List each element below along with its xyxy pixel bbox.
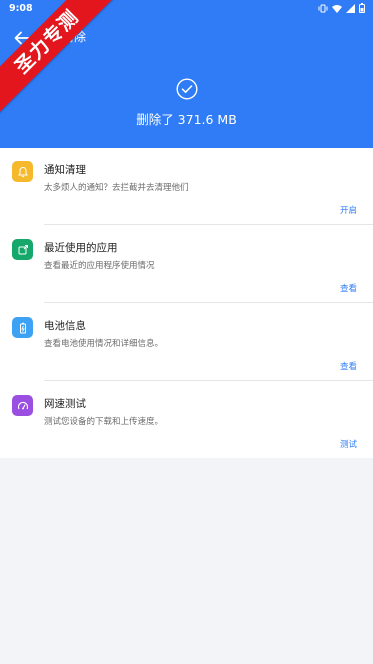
vibrate-icon <box>318 4 328 16</box>
recent-apps-icon <box>12 239 33 260</box>
cleaned-size-text: 删除了 371.6 MB <box>136 112 237 127</box>
view-button[interactable]: 查看 <box>340 360 357 372</box>
list-item-notification-cleanup[interactable]: 通知清理 太多烦人的通知？去拦截并去清理他们 开启 <box>0 148 373 225</box>
wifi-icon <box>332 4 342 16</box>
divider <box>44 224 373 225</box>
item-title: 电池信息 <box>44 320 86 332</box>
battery-status-icon <box>359 3 365 16</box>
test-button[interactable]: 测试 <box>340 438 357 450</box>
speedometer-icon <box>12 395 33 416</box>
item-title: 最近使用的应用 <box>44 242 118 254</box>
item-description: 太多烦人的通知？去拦截并去清理他们 <box>44 183 189 193</box>
list-item-battery-info[interactable]: 电池信息 查看电池使用情况和详细信息。 查看 <box>0 304 373 381</box>
item-title: 通知清理 <box>44 164 86 176</box>
item-description: 查看最近的应用程序使用情况 <box>44 261 155 271</box>
check-circle-icon <box>176 78 198 100</box>
item-description: 查看电池使用情况和详细信息。 <box>44 339 164 349</box>
item-title: 网速测试 <box>44 398 86 410</box>
enable-button[interactable]: 开启 <box>340 204 357 216</box>
list-item-speed-test[interactable]: 网速测试 测试您设备的下载和上传速度。 测试 <box>0 382 373 459</box>
divider <box>44 380 373 381</box>
status-time: 9:08 <box>9 3 33 14</box>
signal-icon <box>346 3 355 16</box>
feature-list: 通知清理 太多烦人的通知？去拦截并去清理他们 开启 最近使用的应用 查看最近的应… <box>0 148 373 458</box>
list-item-recent-apps[interactable]: 最近使用的应用 查看最近的应用程序使用情况 查看 <box>0 226 373 303</box>
bell-icon <box>12 161 33 182</box>
status-icons <box>318 3 365 16</box>
view-button[interactable]: 查看 <box>340 282 357 294</box>
item-description: 测试您设备的下载和上传速度。 <box>44 417 164 427</box>
battery-icon <box>12 317 33 338</box>
divider <box>44 302 373 303</box>
